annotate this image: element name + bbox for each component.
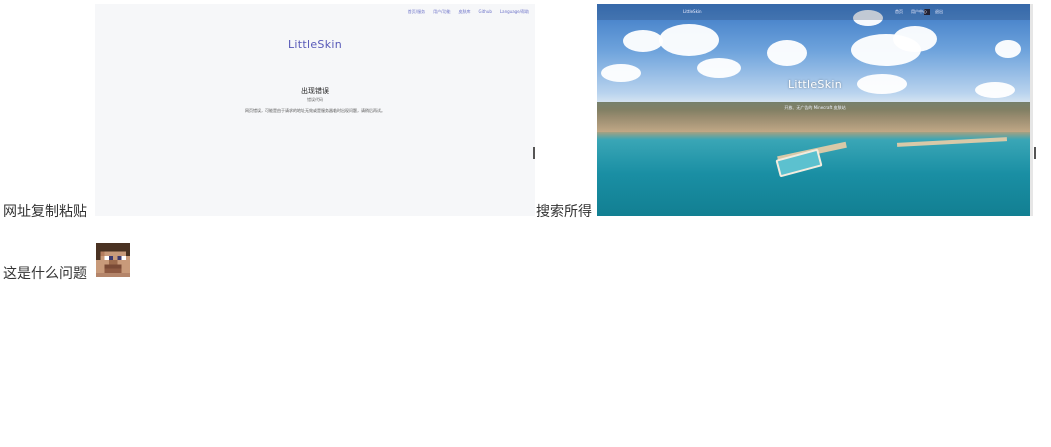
landing-nav: 首页 用户中心 退出 (895, 9, 943, 15)
landing-nav-item: 退出 (935, 9, 943, 14)
caption-url-paste: 网址复制粘贴 (3, 204, 87, 220)
error-nav-item: 用户/功能 (433, 9, 451, 14)
cloud-shape (767, 40, 807, 66)
landing-brand: LittleSkin (787, 78, 842, 91)
cloud-shape (893, 26, 937, 52)
cloud-shape (697, 58, 741, 78)
error-title: 出现错误 (301, 87, 329, 95)
landing-scrollbar (1030, 4, 1033, 216)
error-nav-item: Github (478, 9, 492, 14)
text-cursor-icon (533, 147, 535, 159)
screenshot-error-page: 首页/服务 用户/功能 皮肤库 Github Language/帮助 Littl… (95, 4, 535, 216)
cloud-shape (659, 24, 719, 56)
landing-nav-item: 首页 (895, 9, 903, 14)
caption-search-result: 搜索所得 (536, 204, 592, 220)
caption-question: 这是什么问题 (3, 266, 87, 282)
landing-nav-site: LittleSkin (683, 9, 702, 14)
error-code: 错误代码 (307, 97, 323, 102)
error-nav-item: 皮肤库 (458, 9, 471, 14)
tidal-pool (775, 148, 823, 178)
landing-nav-item: 用户中心 (911, 9, 927, 14)
cloud-shape (995, 40, 1021, 58)
error-nav-item: Language/帮助 (499, 9, 529, 14)
steve-face-icon (96, 243, 130, 277)
landing-tagline: 开放、无广告的 Minecraft 皮肤站 (784, 105, 846, 110)
text-cursor-icon (1034, 147, 1036, 159)
error-page-nav: 首页/服务 用户/功能 皮肤库 Github Language/帮助 (408, 9, 529, 15)
error-page-brand: LittleSkin (287, 38, 342, 51)
harbor-wall (896, 137, 1008, 147)
error-message: 网页错误，可能是由于请求的地址无效或是服务器临时出现问题，请稍后再试。 (245, 108, 385, 113)
landing-topbar (597, 4, 1033, 20)
cloud-shape (623, 30, 663, 52)
error-nav-item: 首页/服务 (407, 9, 426, 14)
screenshot-landing-page: LittleSkin 首页 用户中心 退出 LittleSkin 开放、无广告的… (597, 4, 1033, 216)
